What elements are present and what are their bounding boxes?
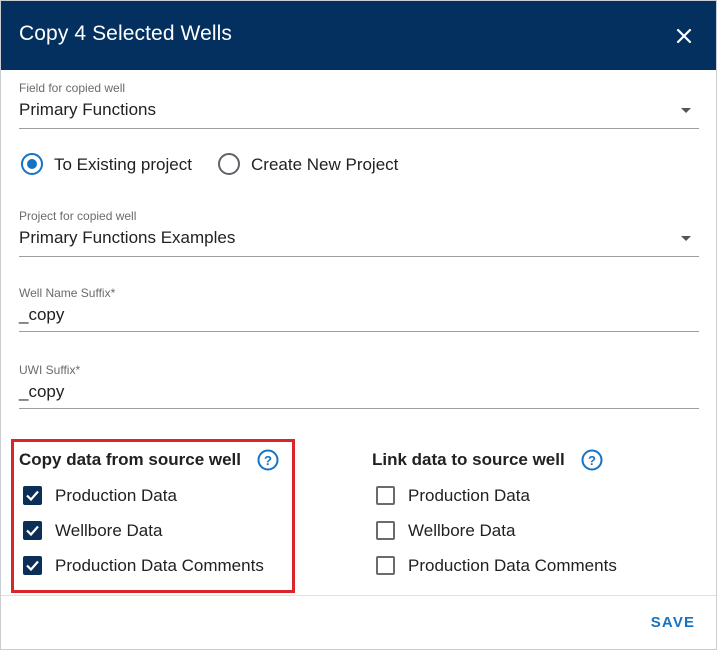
chevron-down-icon[interactable]: [681, 236, 691, 241]
save-button[interactable]: SAVE: [641, 611, 705, 635]
close-icon[interactable]: [671, 23, 697, 49]
uwi-suffix-label: UWI Suffix*: [19, 363, 81, 377]
field-select-value: Primary Functions: [19, 100, 156, 119]
field-select-label: Field for copied well: [19, 81, 126, 95]
well-name-suffix-input[interactable]: _copy: [19, 305, 64, 325]
help-circle-icon[interactable]: ?: [581, 449, 603, 471]
link-wellbore-data-label: Wellbore Data: [408, 521, 516, 540]
highlight-box: [11, 439, 295, 593]
svg-text:?: ?: [588, 453, 596, 468]
link-wellbore-data-checkbox[interactable]: Wellbore Data: [376, 520, 576, 544]
project-select-value: Primary Functions Examples: [19, 228, 236, 247]
field-select[interactable]: Field for copied well Primary Functions: [19, 81, 699, 129]
radio-new-project-label: Create New Project: [251, 155, 399, 174]
well-name-suffix-field[interactable]: Well Name Suffix* _copy: [19, 286, 699, 332]
project-select-label: Project for copied well: [19, 209, 137, 223]
radio-new-project[interactable]: Create New Project: [218, 152, 408, 178]
link-data-title: Link data to source well: [372, 450, 565, 469]
link-production-comments-label: Production Data Comments: [408, 556, 617, 575]
link-production-comments-checkbox[interactable]: Production Data Comments: [376, 555, 636, 579]
link-production-data-label: Production Data: [408, 486, 530, 505]
uwi-suffix-field[interactable]: UWI Suffix* _copy: [19, 363, 699, 409]
radio-existing-project-label: To Existing project: [54, 155, 192, 174]
project-select[interactable]: Project for copied well Primary Function…: [19, 209, 699, 257]
well-name-suffix-label: Well Name Suffix*: [19, 286, 116, 300]
checkbox-unchecked-icon[interactable]: [376, 521, 395, 540]
radio-selected-icon[interactable]: [21, 153, 43, 175]
copy-wells-dialog: Copy 4 Selected Wells Field for copied w…: [0, 0, 717, 650]
checkbox-unchecked-icon[interactable]: [376, 486, 395, 505]
checkbox-unchecked-icon[interactable]: [376, 556, 395, 575]
link-production-data-checkbox[interactable]: Production Data: [376, 485, 576, 509]
radio-existing-project[interactable]: To Existing project: [21, 152, 206, 178]
footer-divider: [1, 595, 716, 596]
dialog-title: Copy 4 Selected Wells: [19, 22, 232, 45]
chevron-down-icon[interactable]: [681, 108, 691, 113]
radio-unselected-icon[interactable]: [218, 153, 240, 175]
dialog-header: Copy 4 Selected Wells: [1, 1, 716, 70]
uwi-suffix-input[interactable]: _copy: [19, 382, 64, 402]
